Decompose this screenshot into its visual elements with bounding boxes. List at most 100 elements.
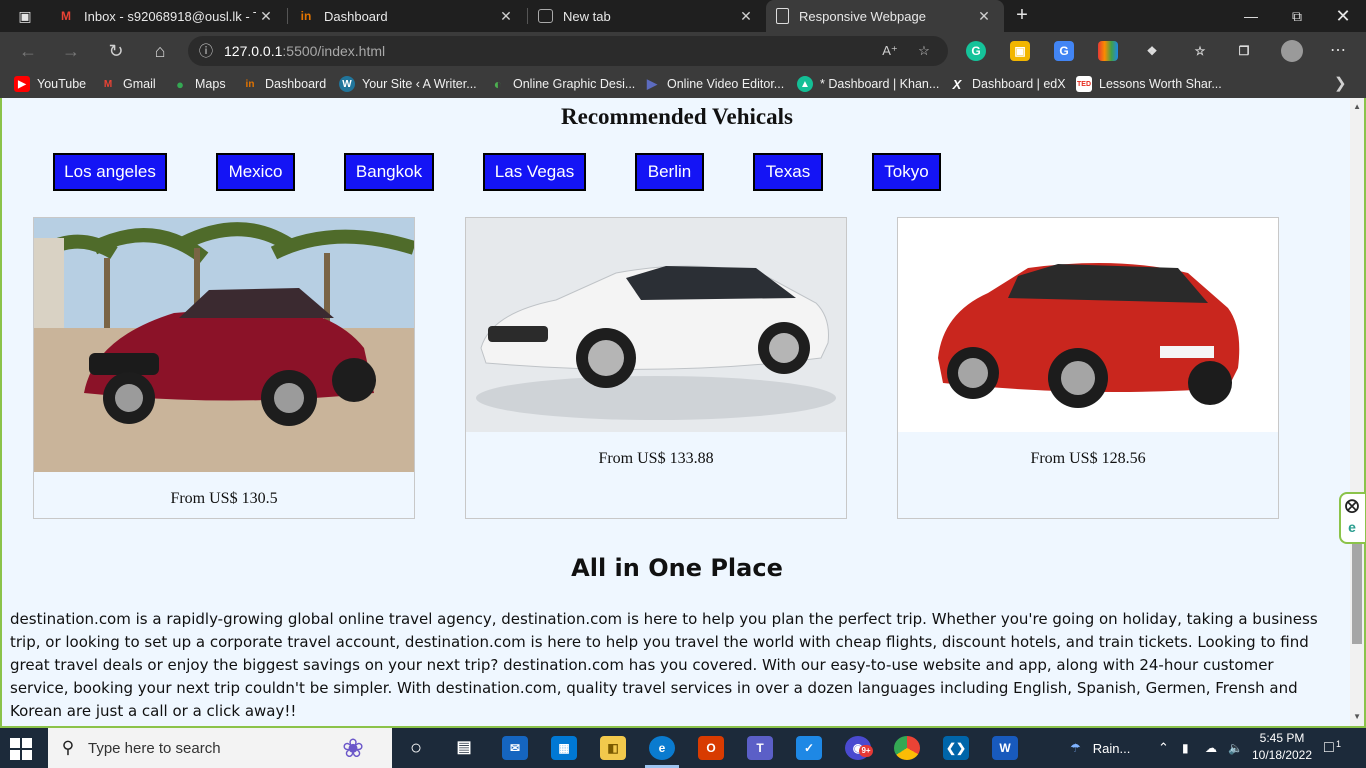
ted-icon: TED: [1076, 76, 1092, 92]
bookmark-youtube[interactable]: ▶ YouTube: [14, 75, 86, 93]
close-tab-icon[interactable]: ✕: [256, 8, 276, 25]
scroll-thumb[interactable]: [1352, 544, 1362, 644]
device-icon[interactable]: ▮: [1182, 728, 1189, 768]
minimize-icon[interactable]: —: [1228, 0, 1274, 32]
restore-icon[interactable]: ⧉: [1274, 0, 1320, 32]
extension-e-icon[interactable]: e: [1341, 516, 1363, 538]
car-photo-red-hatchback: [898, 218, 1278, 432]
todo-icon[interactable]: ✓: [796, 736, 822, 760]
extensions-puzzle-icon[interactable]: ❖: [1142, 41, 1162, 61]
tray-chevron-icon[interactable]: ⌃: [1158, 728, 1169, 768]
car-card[interactable]: From US$ 133.88: [465, 217, 847, 519]
car-card[interactable]: From US$ 128.56: [897, 217, 1279, 519]
tab-title: New tab: [563, 8, 611, 24]
butterfly-icon: ❀: [342, 733, 364, 763]
scroll-down-icon[interactable]: ▼: [1353, 712, 1361, 721]
notifications-icon[interactable]: □: [1324, 728, 1334, 768]
bookmarks-overflow-chevron-icon[interactable]: ❯: [1334, 74, 1347, 92]
close-window-icon[interactable]: ✕: [1320, 0, 1366, 32]
forward-icon[interactable]: →: [57, 37, 85, 65]
back-icon[interactable]: ←: [14, 37, 42, 65]
office-icon[interactable]: O: [698, 736, 724, 760]
page-icon: [776, 8, 789, 24]
file-explorer-icon[interactable]: ◧: [600, 736, 626, 760]
bookmark-video-editor[interactable]: ▶ Online Video Editor...: [644, 75, 784, 93]
bookmark-dashboard[interactable]: in Dashboard: [242, 75, 327, 93]
video-icon: ▶: [647, 76, 657, 91]
more-menu-icon[interactable]: ⋯: [1326, 40, 1350, 60]
home-icon[interactable]: ⌂: [146, 37, 174, 65]
city-button-los-angeles[interactable]: Los angeles: [53, 153, 167, 191]
bookmark-label: Dashboard: [265, 77, 327, 91]
close-tab-icon[interactable]: ✕: [974, 8, 994, 25]
close-circle-icon[interactable]: ⨂: [1341, 494, 1363, 516]
bookmarks-bar: ▶ YouTube M Gmail ● Maps in Dashboard W …: [0, 70, 1366, 99]
car-card[interactable]: From US$ 130.5: [33, 217, 415, 519]
url-host: 127.0.0.1: [224, 43, 283, 59]
city-button-tokyo[interactable]: Tokyo: [872, 153, 941, 191]
add-favorite-icon[interactable]: ☆: [914, 41, 934, 61]
scroll-up-icon[interactable]: ▲: [1353, 102, 1361, 111]
bookmark-label: Dashboard | edX: [972, 77, 1066, 91]
about-paragraph: destination.com is a rapidly-growing glo…: [10, 610, 1318, 720]
tab-dashboard[interactable]: in Dashboard ✕: [288, 0, 526, 32]
grammarly-icon[interactable]: G: [966, 41, 986, 61]
bookmark-label: Online Video Editor...: [667, 77, 785, 91]
city-button-berlin[interactable]: Berlin: [635, 153, 704, 191]
read-aloud-icon[interactable]: A⁺: [880, 41, 900, 61]
chrome-icon[interactable]: [894, 736, 920, 760]
bookmark-edx[interactable]: X Dashboard | edX: [949, 75, 1066, 93]
address-bar[interactable]: ⓘ 127.0.0.1:5500/index.html A⁺ ☆: [188, 36, 948, 66]
store-icon[interactable]: ▦: [551, 736, 577, 760]
collections-icon[interactable]: ❐: [1234, 41, 1254, 61]
volume-icon[interactable]: 🔈: [1228, 728, 1243, 768]
network-icon[interactable]: ☁: [1205, 728, 1217, 768]
bookmark-khan[interactable]: ▲ * Dashboard | Khan...: [797, 75, 939, 93]
mail-icon[interactable]: ✉: [502, 736, 528, 760]
tab-responsive-webpage[interactable]: Responsive Webpage ✕: [766, 0, 1004, 32]
favorites-icon[interactable]: ☆: [1190, 41, 1210, 61]
khan-icon: ▲: [797, 76, 813, 92]
city-button-texas[interactable]: Texas: [753, 153, 823, 191]
vscode-icon[interactable]: ❮❯: [943, 736, 969, 760]
bookmark-graphic-design[interactable]: ◐ Online Graphic Desi...: [490, 75, 636, 93]
color-extension-icon[interactable]: [1098, 41, 1118, 61]
taskbar-search-box[interactable]: ⚲ Type here to search ❀: [48, 728, 392, 768]
task-view-icon[interactable]: ▤: [451, 736, 477, 760]
tab-inbox[interactable]: M Inbox - s92068918@ousl.lk - The ✕: [48, 0, 286, 32]
page-viewport: Recommended Vehicals Los angeles Mexico …: [0, 98, 1366, 728]
cortana-icon[interactable]: ○: [403, 736, 429, 760]
tab-new-tab[interactable]: New tab ✕: [528, 0, 766, 32]
word-icon[interactable]: W: [992, 736, 1018, 760]
page-scrollbar[interactable]: ▲ ▼: [1350, 98, 1364, 726]
extension-icon[interactable]: ▣: [1010, 41, 1030, 61]
city-button-mexico[interactable]: Mexico: [216, 153, 295, 191]
weather-widget[interactable]: ☂ Rain...: [1070, 728, 1130, 768]
search-placeholder: Type here to search: [88, 739, 221, 757]
bookmark-label: YouTube: [37, 77, 87, 91]
edge-icon[interactable]: e: [649, 736, 675, 760]
tab-actions-icon[interactable]: ▣: [8, 4, 42, 28]
city-button-las-vegas[interactable]: Las Vegas: [483, 153, 586, 191]
city-button-bangkok[interactable]: Bangkok: [344, 153, 434, 191]
windows-start-icon[interactable]: [10, 738, 32, 760]
translate-icon[interactable]: G: [1054, 41, 1074, 61]
close-tab-icon[interactable]: ✕: [496, 8, 516, 25]
clock-date: 10/18/2022: [1251, 748, 1313, 762]
bookmark-maps[interactable]: ● Maps: [172, 75, 226, 93]
close-tab-icon[interactable]: ✕: [736, 8, 756, 25]
bookmark-wordpress[interactable]: W Your Site ‹ A Writer...: [339, 75, 477, 93]
graphic-icon: ◐: [493, 76, 503, 92]
bookmark-ted[interactable]: TED Lessons Worth Shar...: [1076, 75, 1222, 93]
new-tab-icon[interactable]: +: [1010, 4, 1034, 28]
bookmark-label: Lessons Worth Shar...: [1099, 77, 1222, 91]
system-clock[interactable]: 5:45 PM 10/18/2022: [1250, 730, 1314, 764]
site-info-icon[interactable]: ⓘ: [188, 41, 224, 61]
bookmark-gmail[interactable]: M Gmail: [100, 75, 156, 93]
profile-avatar[interactable]: [1281, 40, 1303, 62]
dashboard-icon: in: [300, 9, 312, 23]
teams-icon[interactable]: T: [747, 736, 773, 760]
refresh-icon[interactable]: ↻: [102, 37, 130, 65]
edx-icon: X: [952, 76, 962, 92]
bookmark-label: Gmail: [123, 77, 156, 91]
